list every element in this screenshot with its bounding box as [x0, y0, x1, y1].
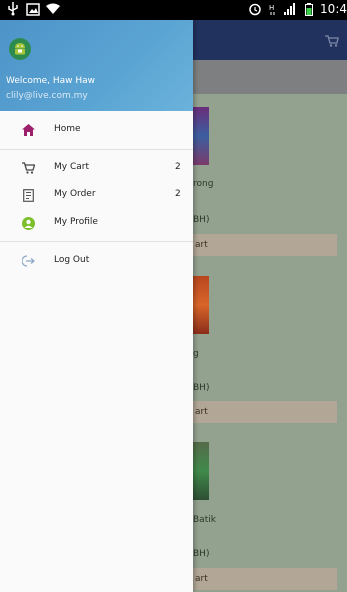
menu-item-my-order[interactable]: My Order 2 [0, 184, 193, 206]
menu-item-log-out[interactable]: Log Out [0, 250, 193, 272]
menu-item-label: Log Out [54, 255, 90, 265]
order-icon [21, 188, 35, 202]
order-count-badge: 2 [175, 189, 181, 199]
user-email: clily@live.com.my [6, 91, 88, 101]
product-title: rong [193, 179, 214, 189]
menu-divider [0, 241, 193, 242]
add-to-cart-button[interactable]: art [193, 401, 337, 423]
menu-divider [0, 149, 193, 150]
status-bar: H 10:4 [0, 0, 347, 20]
product-thumbnail [193, 442, 209, 500]
menu-item-home[interactable]: Home [0, 119, 193, 141]
signal-icon [284, 2, 298, 16]
welcome-text: Welcome, Haw Haw [6, 76, 96, 86]
product-thumbnail [193, 276, 209, 334]
usb-icon [6, 2, 20, 16]
profile-icon [21, 216, 35, 230]
menu-item-label: My Cart [54, 162, 89, 172]
menu-item-label: My Profile [54, 217, 98, 227]
product-price: BH) [193, 549, 210, 559]
menu-item-my-cart[interactable]: My Cart 2 [0, 157, 193, 179]
menu-item-label: Home [54, 124, 81, 134]
app-bar-cart-icon[interactable] [325, 32, 339, 51]
home-icon [21, 123, 35, 137]
product-thumbnail [193, 107, 209, 165]
svg-text:H: H [269, 4, 274, 12]
android-avatar-icon[interactable] [9, 38, 31, 60]
menu-item-my-profile[interactable]: My Profile [0, 212, 193, 234]
clock-time: 10:4 [320, 2, 347, 16]
drawer-header: Welcome, Haw Haw clily@live.com.my [0, 20, 193, 111]
alarm-icon [248, 2, 262, 16]
logout-icon [21, 254, 35, 268]
hspa-icon: H [266, 2, 280, 16]
navigation-drawer: Welcome, Haw Haw clily@live.com.my Home … [0, 20, 193, 592]
wifi-icon [46, 2, 60, 16]
add-to-cart-button[interactable]: art [193, 234, 337, 256]
menu-item-label: My Order [54, 189, 96, 199]
add-to-cart-button[interactable]: art [193, 568, 337, 590]
cart-count-badge: 2 [175, 162, 181, 172]
battery-icon [302, 2, 316, 16]
product-price: BH) [193, 383, 210, 393]
product-title: Batik [193, 515, 216, 525]
product-price: BH) [193, 215, 210, 225]
product-title: g [193, 349, 199, 359]
image-notification-icon [26, 2, 40, 16]
cart-icon [21, 161, 35, 175]
